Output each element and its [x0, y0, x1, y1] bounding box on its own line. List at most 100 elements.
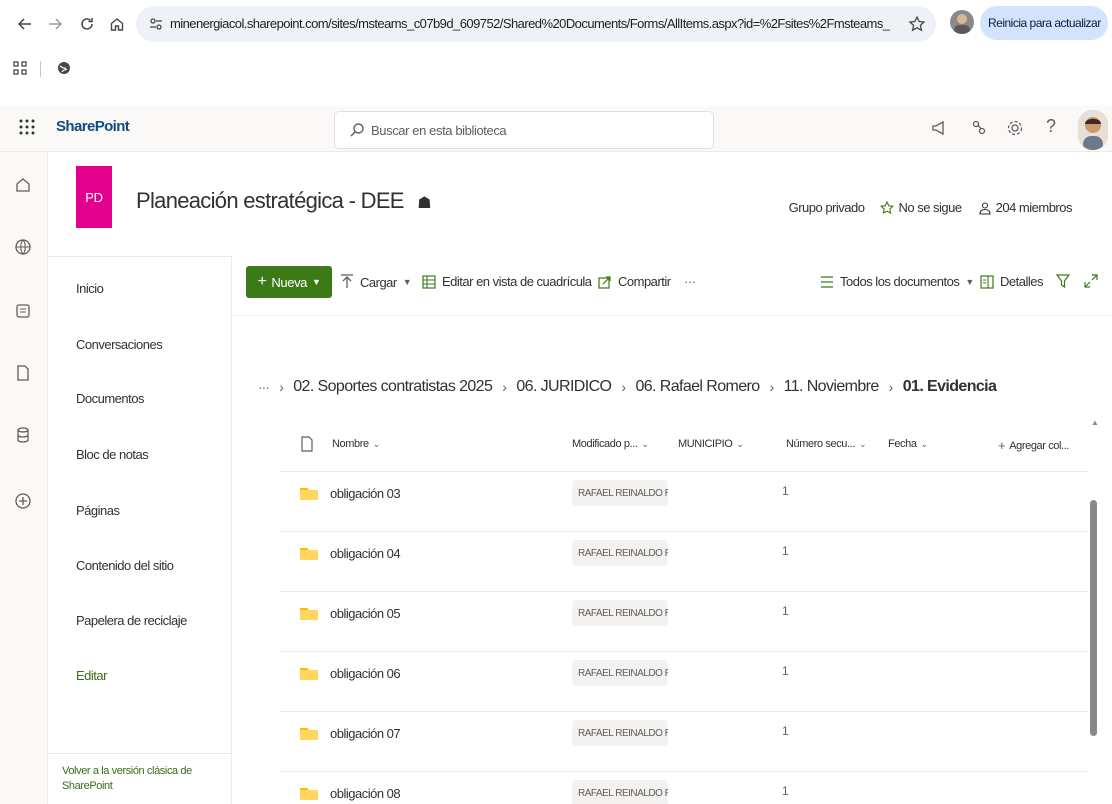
grid-view-label: Editar en vista de cuadrícula: [442, 274, 592, 289]
column-header-label: Número secu...: [786, 438, 855, 450]
members-button[interactable]: 204 miembros: [978, 200, 1073, 215]
document-icon[interactable]: [14, 364, 34, 384]
breadcrumb-item[interactable]: 06. Rafael Romero: [635, 378, 760, 396]
details-pane-button[interactable]: Detalles: [980, 274, 1043, 289]
home-icon[interactable]: [14, 176, 34, 196]
globe-bookmark-icon[interactable]: [56, 60, 72, 76]
url-text[interactable]: minenergiacol.sharepoint.com/sites/mstea…: [170, 16, 890, 31]
row-modified-by[interactable]: RAFAEL REINALDO ROMERO: [572, 660, 668, 686]
new-label: Nueva: [271, 274, 308, 290]
row-modified-by[interactable]: RAFAEL REINALDO ROMERO: [572, 780, 668, 804]
grid-view-button[interactable]: Editar en vista de cuadrícula: [422, 274, 592, 289]
app-launcher-icon[interactable]: [18, 118, 36, 136]
nav-item-contenido-del-sitio[interactable]: Contenido del sitio: [76, 558, 174, 573]
list-body: obligación 03 RAFAEL REINALDO ROMERO 1 o…: [280, 472, 1088, 804]
folder-icon: [300, 786, 318, 800]
megaphone-icon[interactable]: [930, 119, 948, 137]
row-modified-by[interactable]: RAFAEL REINALDO ROMERO: [572, 540, 668, 566]
scrollbar-thumb[interactable]: [1090, 500, 1097, 736]
row-modified-by[interactable]: RAFAEL REINALDO ROMERO: [572, 480, 668, 506]
row-modified-by[interactable]: RAFAEL REINALDO ROMERO: [572, 600, 668, 626]
expand-button[interactable]: [1084, 274, 1098, 288]
row-name[interactable]: obligación 08: [330, 786, 401, 801]
forward-button[interactable]: [44, 13, 66, 35]
browser-profile-avatar[interactable]: [950, 10, 974, 34]
more-commands-button[interactable]: ···: [684, 274, 696, 289]
database-icon[interactable]: [14, 426, 34, 446]
upload-icon: [341, 274, 353, 288]
sharepoint-brand-link[interactable]: SharePoint: [56, 118, 130, 135]
add-column-button[interactable]: + Agregar col...: [998, 438, 1069, 453]
breadcrumb-item[interactable]: 02. Soportes contratistas 2025: [293, 378, 493, 396]
address-bar[interactable]: minenergiacol.sharepoint.com/sites/mstea…: [136, 6, 936, 42]
breadcrumb-overflow-button[interactable]: ···: [258, 380, 270, 395]
classic-view-link[interactable]: Volver a la versión clásica de SharePoin…: [48, 753, 232, 804]
folder-icon: [300, 726, 318, 740]
nav-item-inicio[interactable]: Inicio: [76, 281, 104, 296]
row-name[interactable]: obligación 03: [330, 486, 401, 501]
nav-item-papelera[interactable]: Papelera de reciclaje: [76, 613, 187, 628]
upload-button[interactable]: Cargar ▼: [340, 274, 412, 290]
user-avatar[interactable]: [1078, 110, 1108, 150]
privacy-label: Grupo privado: [788, 200, 865, 215]
bookmark-star-icon[interactable]: [908, 15, 926, 33]
share-icon: [598, 275, 611, 289]
column-header-name[interactable]: Nombre ⌄: [332, 438, 380, 450]
column-header-municipio[interactable]: MUNICIPIO ⌄: [678, 438, 744, 450]
file-type-column-icon[interactable]: [300, 436, 314, 452]
row-modified-by[interactable]: RAFAEL REINALDO ROMERO: [572, 720, 668, 746]
table-row[interactable]: obligación 03 RAFAEL REINALDO ROMERO 1: [280, 472, 1088, 532]
scroll-up-arrow-icon[interactable]: ▲: [1091, 418, 1099, 427]
apps-grid-icon[interactable]: [12, 60, 28, 76]
site-info-icon[interactable]: [148, 16, 164, 32]
row-name[interactable]: obligación 05: [330, 606, 401, 621]
gear-icon[interactable]: [1006, 119, 1024, 137]
plus-icon: +: [257, 273, 267, 290]
site-logo[interactable]: PD: [76, 166, 112, 228]
folder-icon: [300, 546, 318, 560]
restart-to-update-button[interactable]: Reinicia para actualizar ⋮: [980, 6, 1112, 40]
nav-item-bloc-de-notas[interactable]: Bloc de notas: [76, 447, 149, 462]
news-icon[interactable]: [14, 302, 34, 322]
table-row[interactable]: obligación 06 RAFAEL REINALDO ROMERO 1: [280, 652, 1088, 712]
breadcrumb-item[interactable]: 11. Noviembre: [784, 378, 880, 396]
help-icon[interactable]: ?: [1046, 116, 1056, 137]
home-button[interactable]: [106, 13, 128, 35]
nav-item-conversaciones[interactable]: Conversaciones: [76, 337, 163, 352]
chevron-right-icon: ›: [769, 379, 775, 395]
site-title[interactable]: Planeación estratégica - DEE ☗: [136, 188, 432, 214]
breadcrumb: ··· › 02. Soportes contratistas 2025 › 0…: [258, 374, 997, 400]
list-scrollbar[interactable]: ▲: [1088, 418, 1102, 804]
view-selector[interactable]: Todos los documentos ▼: [820, 274, 974, 289]
follow-button[interactable]: No se sigue: [880, 200, 962, 215]
bookmarks-bar: [0, 56, 1112, 86]
search-input[interactable]: [371, 120, 691, 140]
filter-button[interactable]: [1056, 274, 1070, 288]
table-row[interactable]: obligación 08 RAFAEL REINALDO ROMERO 1: [280, 772, 1088, 804]
nav-item-documentos[interactable]: Documentos: [76, 391, 144, 406]
row-name[interactable]: obligación 04: [330, 546, 401, 561]
share-button[interactable]: Compartir: [598, 274, 671, 289]
search-box[interactable]: [335, 112, 713, 148]
globe-icon[interactable]: [14, 238, 34, 258]
column-header-numero[interactable]: Número secu... ⌄: [786, 438, 867, 450]
table-row[interactable]: obligación 05 RAFAEL REINALDO ROMERO 1: [280, 592, 1088, 652]
column-header-fecha[interactable]: Fecha ⌄: [888, 438, 928, 450]
row-name[interactable]: obligación 07: [330, 726, 401, 741]
table-row[interactable]: obligación 07 RAFAEL REINALDO ROMERO 1: [280, 712, 1088, 772]
add-column-label: Agregar col...: [1009, 439, 1070, 452]
table-row[interactable]: obligación 04 RAFAEL REINALDO ROMERO 1: [280, 532, 1088, 592]
details-label: Detalles: [1000, 274, 1043, 289]
reload-button[interactable]: [76, 13, 98, 35]
create-plus-icon[interactable]: [14, 492, 34, 512]
chevron-down-icon: ⌄: [736, 438, 744, 449]
row-name[interactable]: obligación 06: [330, 666, 401, 681]
new-button[interactable]: + Nueva ▼: [246, 266, 332, 298]
nav-item-paginas[interactable]: Páginas: [76, 503, 120, 518]
nav-edit-link[interactable]: Editar: [76, 668, 107, 683]
suite-bar: SharePoint ?: [0, 106, 1112, 152]
breadcrumb-item[interactable]: 06. JURIDICO: [516, 378, 612, 396]
column-header-modified-by[interactable]: Modificado p... ⌄: [572, 438, 649, 450]
back-button[interactable]: [14, 13, 36, 35]
share-network-icon[interactable]: [970, 119, 988, 137]
